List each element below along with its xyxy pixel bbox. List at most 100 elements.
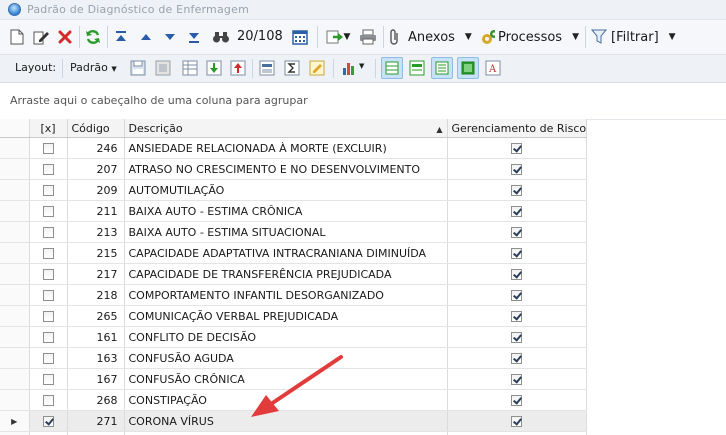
row-select-checkbox[interactable] — [42, 143, 54, 154]
column-header-description[interactable]: Descrição ▲ — [124, 119, 448, 138]
summary-button[interactable] — [284, 60, 300, 76]
previous-record-button[interactable] — [137, 28, 155, 46]
layout-dropdown[interactable]: Padrão ▼ — [70, 61, 117, 74]
risk-management-checkbox[interactable] — [511, 332, 523, 343]
table-row[interactable]: ▶ 271 CORONA VÍRUS — [0, 410, 588, 432]
calendar-button[interactable] — [290, 28, 310, 46]
row-indicator[interactable] — [0, 431, 30, 435]
row-indicator[interactable] — [0, 263, 30, 285]
description-cell[interactable]: CORONA VÍRUS — [124, 410, 448, 432]
description-cell[interactable]: COMUNICAÇÃO VERBAL PREJUDICADA — [124, 305, 448, 327]
column-header-code[interactable]: Código — [67, 119, 125, 138]
table-row[interactable]: 218 COMPORTAMENTO INFANTIL DESORGANIZADO — [0, 284, 588, 306]
code-cell[interactable]: 213 — [67, 221, 125, 243]
table-row[interactable]: 246 ANSIEDADE RELACIONADA À MORTE (EXCLUI… — [0, 137, 588, 159]
table-row[interactable]: 268 CONSTIPAÇÃO — [0, 389, 588, 411]
delete-record-button[interactable] — [56, 28, 74, 46]
description-cell[interactable]: BAIXA AUTO - ESTIMA CRÔNICA — [124, 200, 448, 222]
row-indicator[interactable] — [0, 389, 30, 411]
row-indicator[interactable] — [0, 242, 30, 264]
column-header-risk[interactable]: Gerenciamento de Risco — [447, 119, 588, 138]
view-mode-3-button[interactable] — [431, 57, 453, 79]
row-indicator[interactable] — [0, 137, 30, 159]
code-cell[interactable]: 161 — [67, 326, 125, 348]
export-dropdown-button[interactable]: ▼ — [322, 28, 354, 46]
row-indicator[interactable] — [0, 221, 30, 243]
code-cell[interactable]: 167 — [67, 368, 125, 390]
description-cell[interactable]: CAPACIDADE ADAPTATIVA INTRACRANIANA DIMI… — [124, 242, 448, 264]
description-cell[interactable] — [124, 431, 448, 435]
row-select-checkbox[interactable] — [42, 269, 54, 280]
row-indicator[interactable] — [0, 200, 30, 222]
description-cell[interactable]: CAPACIDADE DE TRANSFERÊNCIA PREJUDICADA — [124, 263, 448, 285]
risk-management-checkbox[interactable] — [511, 227, 523, 238]
row-select-checkbox[interactable] — [42, 290, 54, 301]
move-down-button[interactable] — [206, 60, 222, 76]
processos-button[interactable]: Processos ▼ — [481, 27, 579, 47]
code-cell[interactable]: 265 — [67, 305, 125, 327]
description-cell[interactable]: AUTOMUTILAÇÃO — [124, 179, 448, 201]
row-select-checkbox[interactable] — [42, 374, 54, 385]
description-cell[interactable]: CONFUSÃO AGUDA — [124, 347, 448, 369]
risk-management-checkbox[interactable] — [511, 395, 523, 406]
last-record-button[interactable] — [185, 28, 203, 46]
table-row[interactable]: 167 CONFUSÃO CRÔNICA — [0, 368, 588, 390]
row-indicator[interactable] — [0, 326, 30, 348]
code-cell[interactable]: 246 — [67, 137, 125, 159]
table-row[interactable]: 209 AUTOMUTILAÇÃO — [0, 179, 588, 201]
row-indicator[interactable] — [0, 284, 30, 306]
row-indicator[interactable] — [0, 158, 30, 180]
description-cell[interactable]: ATRASO NO CRESCIMENTO E NO DESENVOLVIMEN… — [124, 158, 448, 180]
row-select-checkbox[interactable] — [42, 311, 54, 322]
print-button[interactable] — [358, 28, 378, 46]
search-button[interactable] — [211, 28, 231, 46]
row-select-checkbox[interactable] — [42, 332, 54, 343]
code-cell[interactable]: 215 — [67, 242, 125, 264]
row-indicator[interactable] — [0, 347, 30, 369]
risk-management-checkbox[interactable] — [511, 311, 523, 322]
table-row[interactable]: 161 CONFLITO DE DECISÃO — [0, 326, 588, 348]
new-record-button[interactable] — [8, 28, 26, 46]
anexos-button[interactable]: Anexos ▼ — [388, 27, 474, 47]
risk-management-checkbox[interactable] — [511, 164, 523, 175]
chart-dropdown-button[interactable]: ▼ — [341, 60, 369, 76]
code-cell[interactable]: 217 — [67, 263, 125, 285]
table-row[interactable] — [0, 431, 588, 435]
description-cell[interactable]: COMPORTAMENTO INFANTIL DESORGANIZADO — [124, 284, 448, 306]
code-cell[interactable]: 268 — [67, 389, 125, 411]
risk-management-checkbox[interactable] — [511, 290, 523, 301]
code-cell[interactable] — [67, 431, 125, 435]
table-row[interactable]: 163 CONFUSÃO AGUDA — [0, 347, 588, 369]
risk-management-checkbox[interactable] — [511, 185, 523, 196]
risk-management-checkbox[interactable] — [511, 143, 523, 154]
save-layout-button[interactable] — [130, 60, 146, 76]
risk-management-checkbox[interactable] — [511, 416, 523, 427]
view-mode-4-button[interactable] — [457, 57, 479, 79]
table-row[interactable]: 211 BAIXA AUTO - ESTIMA CRÔNICA — [0, 200, 588, 222]
risk-management-checkbox[interactable] — [511, 374, 523, 385]
risk-management-checkbox[interactable] — [511, 206, 523, 217]
view-mode-1-button[interactable] — [381, 57, 403, 79]
refresh-button[interactable] — [84, 28, 102, 46]
row-select-checkbox[interactable] — [42, 164, 54, 175]
row-indicator[interactable] — [0, 368, 30, 390]
row-select-checkbox[interactable] — [42, 248, 54, 259]
table-row[interactable]: 213 BAIXA AUTO - ESTIMA SITUACIONAL — [0, 221, 588, 243]
description-cell[interactable]: ANSIEDADE RELACIONADA À MORTE (EXCLUIR) — [124, 137, 448, 159]
description-cell[interactable]: BAIXA AUTO - ESTIMA SITUACIONAL — [124, 221, 448, 243]
table-row[interactable]: 265 COMUNICAÇÃO VERBAL PREJUDICADA — [0, 305, 588, 327]
edit-record-button[interactable] — [32, 28, 50, 46]
move-up-button[interactable] — [230, 60, 246, 76]
row-indicator[interactable] — [0, 179, 30, 201]
description-cell[interactable]: CONFUSÃO CRÔNICA — [124, 368, 448, 390]
filtrar-button[interactable]: [Filtrar] ▼ — [591, 27, 677, 47]
code-cell[interactable]: 211 — [67, 200, 125, 222]
column-header-select[interactable]: [x] — [29, 119, 68, 138]
code-cell[interactable]: 163 — [67, 347, 125, 369]
row-select-checkbox[interactable] — [42, 206, 54, 217]
table-row[interactable]: 215 CAPACIDADE ADAPTATIVA INTRACRANIANA D… — [0, 242, 588, 264]
description-cell[interactable]: CONSTIPAÇÃO — [124, 389, 448, 411]
code-cell[interactable]: 218 — [67, 284, 125, 306]
table-row[interactable]: 207 ATRASO NO CRESCIMENTO E NO DESENVOLVI… — [0, 158, 588, 180]
row-select-checkbox[interactable] — [42, 353, 54, 364]
